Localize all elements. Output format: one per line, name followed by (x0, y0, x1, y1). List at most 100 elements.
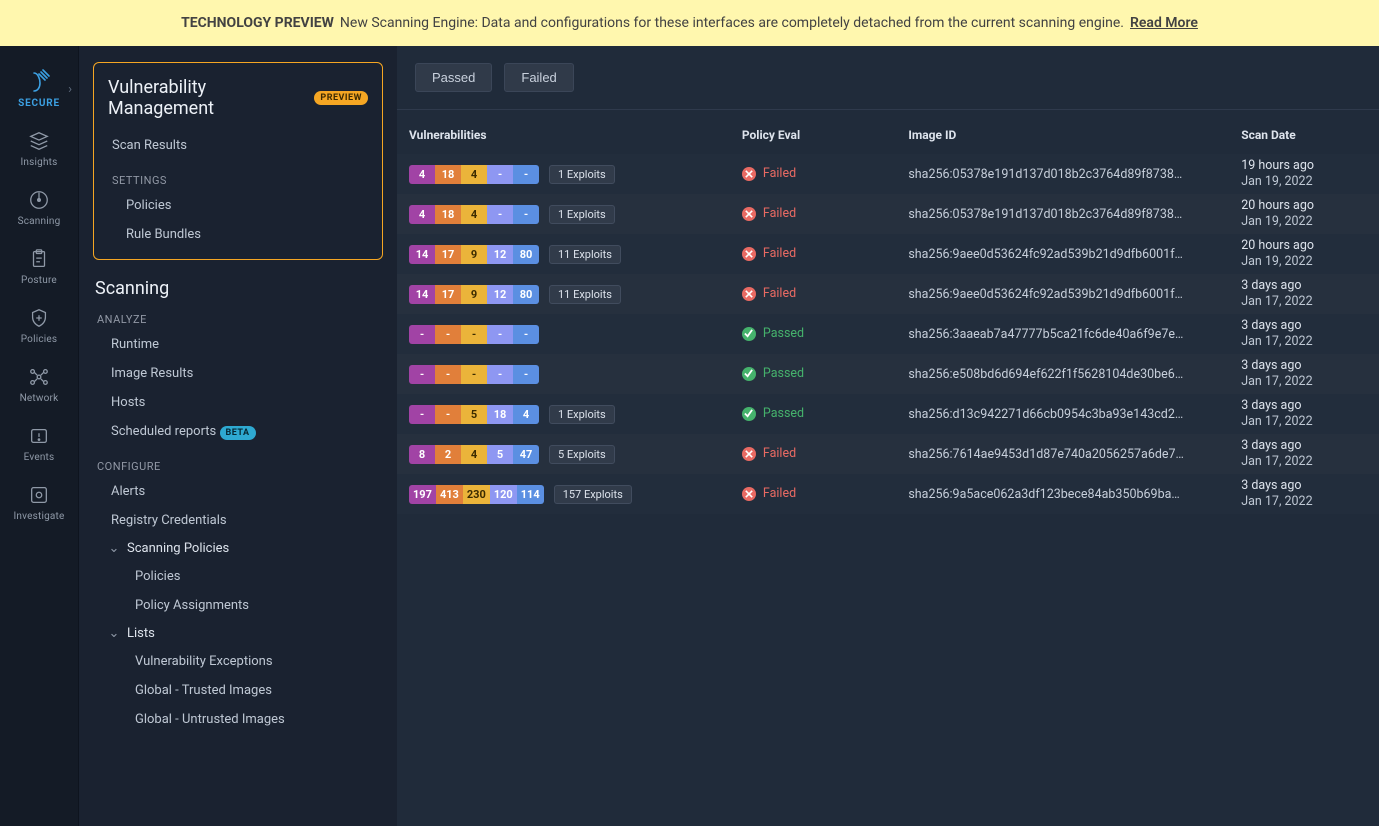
rail-label: Investigate (13, 511, 64, 522)
rail-label: SECURE (18, 98, 60, 109)
banner-read-more-link[interactable]: Read More (1130, 15, 1198, 31)
sidebar-link-scan-results[interactable]: Scan Results (108, 131, 368, 160)
severity-cell: - (513, 325, 539, 344)
exploits-badge: 157 Exploits (554, 485, 632, 504)
rail-label: Insights (21, 157, 58, 168)
image-id-cell: sha256:d13c942271d66cb0954c3ba93e143cd2… (896, 394, 1229, 434)
image-id-cell: sha256:3aaeab7a47777b5ca21fc6de40a6f9e7e… (896, 314, 1229, 354)
severity-cell: 18 (435, 165, 461, 184)
image-id-cell: sha256:9aee0d53624fc92ad539b21d9dfb6001f… (896, 234, 1229, 274)
table-row[interactable]: 14179128011 ExploitsFailedsha256:9aee0d5… (397, 234, 1379, 274)
sidebar-heading: CONFIGURE (97, 460, 383, 473)
sidebar-link[interactable]: Vulnerability Exceptions (107, 647, 383, 676)
results-table: VulnerabilitiesPolicy EvalImage IDScan D… (397, 110, 1379, 514)
sidebar-link-vm-policies[interactable]: Policies (122, 191, 368, 220)
image-id-cell: sha256:e508bd6d694ef622f1f5628104de30be6… (896, 354, 1229, 394)
table-row[interactable]: -----Passedsha256:e508bd6d694ef622f1f562… (397, 354, 1379, 394)
severity-cell: 9 (461, 285, 487, 304)
column-header[interactable]: Policy Eval (730, 110, 896, 154)
column-header[interactable]: Scan Date (1229, 110, 1379, 154)
severity-cell: 413 (436, 485, 463, 504)
sidebar-link-rule-bundles[interactable]: Rule Bundles (122, 220, 368, 249)
severity-cell: - (513, 365, 539, 384)
severity-cell: 5 (487, 445, 513, 464)
severity-breakdown: 4184-- (409, 205, 539, 224)
image-id-cell: sha256:05378e191d137d018b2c3764d89f8738… (896, 194, 1229, 234)
severity-cell: 17 (435, 245, 461, 264)
image-id-cell: sha256:7614ae9453d1d87e740a2056257a6de7… (896, 434, 1229, 474)
table-row[interactable]: 8245475 ExploitsFailedsha256:7614ae9453d… (397, 434, 1379, 474)
sidebar-link[interactable]: Hosts (107, 388, 383, 417)
rail-item-secure[interactable]: SECURE › (0, 60, 78, 119)
chevron-right-icon: › (68, 82, 72, 97)
policy-eval-status: Passed (742, 406, 804, 421)
sidebar-link[interactable]: Scheduled reports BETA (107, 417, 383, 446)
sidebar-link[interactable]: Registry Credentials (107, 506, 383, 535)
sidebar-link[interactable]: Policy Assignments (107, 591, 383, 620)
severity-cell: 4 (409, 165, 435, 184)
sidebar-link[interactable]: Global - Trusted Images (107, 676, 383, 705)
scan-date: 3 days agoJan 17, 2022 (1241, 318, 1367, 349)
severity-cell: 9 (461, 245, 487, 264)
severity-cell: 4 (461, 445, 487, 464)
column-header[interactable]: Vulnerabilities (397, 110, 730, 154)
rail-item-investigate[interactable]: Investigate (0, 473, 78, 532)
radar-icon (27, 188, 51, 212)
scanning-section-title: Scanning (95, 278, 383, 299)
settings-heading: SETTINGS (112, 174, 368, 187)
table-row[interactable]: 4184--1 ExploitsFailedsha256:05378e191d1… (397, 154, 1379, 194)
scan-date: 19 hours agoJan 19, 2022 (1241, 158, 1367, 189)
sidebar-link[interactable]: Runtime (107, 330, 383, 359)
exploits-badge: 1 Exploits (549, 405, 615, 424)
severity-cell: 12 (487, 285, 513, 304)
exploits-badge: 5 Exploits (549, 445, 615, 464)
severity-cell: 18 (435, 205, 461, 224)
sidebar-expandable[interactable]: ⌄Lists (107, 620, 383, 647)
clipboard-icon (27, 247, 51, 271)
sidebar-expandable-label: Lists (127, 626, 155, 641)
filter-failed-button[interactable]: Failed (504, 63, 573, 92)
severity-breakdown: 4184-- (409, 165, 539, 184)
filter-passed-button[interactable]: Passed (415, 63, 492, 92)
sidebar-link[interactable]: Global - Untrusted Images (107, 705, 383, 734)
table-row[interactable]: -----Passedsha256:3aaeab7a47777b5ca21fc6… (397, 314, 1379, 354)
secure-icon (27, 70, 51, 94)
table-row[interactable]: --51841 ExploitsPassedsha256:d13c942271d… (397, 394, 1379, 434)
severity-cell: - (409, 365, 435, 384)
rail-item-scanning[interactable]: Scanning (0, 178, 78, 237)
sidebar-link[interactable]: Image Results (107, 359, 383, 388)
rail-label: Events (24, 452, 55, 463)
exploits-badge: 1 Exploits (549, 205, 615, 224)
rail-item-network[interactable]: Network (0, 355, 78, 414)
sidebar-expandable[interactable]: ⌄Scanning Policies (107, 535, 383, 562)
column-header[interactable]: Image ID (896, 110, 1229, 154)
vuln-mgmt-card: Vulnerability Management PREVIEW Scan Re… (93, 62, 383, 260)
rail-label: Network (20, 393, 59, 404)
shield-plus-icon (27, 306, 51, 330)
policy-eval-status: Passed (742, 366, 804, 381)
severity-cell: 114 (517, 485, 544, 504)
rail-item-posture[interactable]: Posture (0, 237, 78, 296)
sidebar-link[interactable]: Alerts (107, 477, 383, 506)
severity-cell: 80 (513, 245, 539, 264)
preview-chip: PREVIEW (314, 91, 368, 105)
table-row[interactable]: 14179128011 ExploitsFailedsha256:9aee0d5… (397, 274, 1379, 314)
table-row[interactable]: 197413230120114157 ExploitsFailedsha256:… (397, 474, 1379, 514)
policy-eval-status: Failed (742, 286, 796, 301)
severity-cell: 18 (487, 405, 513, 424)
image-id-cell: sha256:9a5ace062a3df123bece84ab350b69ba… (896, 474, 1229, 514)
table-row[interactable]: 4184--1 ExploitsFailedsha256:05378e191d1… (397, 194, 1379, 234)
severity-cell: 80 (513, 285, 539, 304)
rail-item-policies[interactable]: Policies (0, 296, 78, 355)
rail-item-events[interactable]: Events (0, 414, 78, 473)
sidebar-link[interactable]: Policies (107, 562, 383, 591)
x-circle-icon (742, 207, 756, 221)
scan-date: 20 hours agoJan 19, 2022 (1241, 198, 1367, 229)
severity-cell: 14 (409, 285, 435, 304)
rail-item-insights[interactable]: Insights (0, 119, 78, 178)
severity-breakdown: ----- (409, 325, 539, 344)
severity-cell: 4 (409, 205, 435, 224)
x-circle-icon (742, 447, 756, 461)
severity-cell: 8 (409, 445, 435, 464)
policy-eval-status: Failed (742, 166, 796, 181)
